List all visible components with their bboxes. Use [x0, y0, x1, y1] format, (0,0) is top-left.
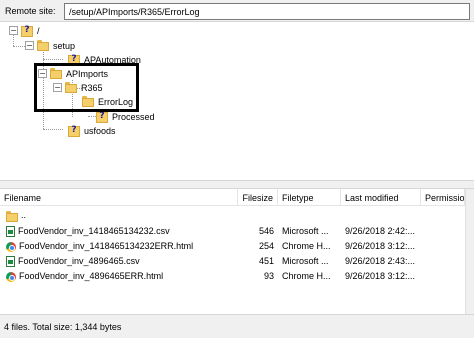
chrome-html-icon [6, 271, 16, 282]
column-header-filetype[interactable]: Filetype [278, 189, 341, 206]
last-modified: 9/26/2018 3:12:... [345, 241, 416, 251]
filesize: 93 [263, 271, 274, 281]
highlight-box [34, 63, 139, 112]
excel-file-icon [6, 256, 15, 268]
filetype: Chrome H... [282, 241, 331, 251]
filename-cell: FoodVendor_inv_1418465134232ERR.html [2, 238, 238, 253]
status-text: 4 files. Total size: 1,344 bytes [4, 322, 122, 332]
pane-splitter[interactable] [0, 180, 474, 189]
tree-connector [43, 129, 63, 130]
filename-cell: FoodVendor_inv_1418465134232.csv [2, 223, 238, 238]
filename-cell: FoodVendor_inv_4896465ERR.html [2, 268, 238, 283]
excel-file-icon [6, 226, 15, 238]
column-header-filesize[interactable]: Filesize [238, 189, 278, 206]
tree-node-label: / [37, 25, 40, 36]
remote-file-list[interactable]: Filename Filesize Filetype Last modified… [0, 189, 474, 314]
list-row[interactable]: FoodVendor_inv_4896465ERR.html 93 Chrome… [0, 268, 474, 283]
filesize: 254 [258, 241, 274, 251]
unknown-folder-icon: ? [96, 111, 108, 123]
filesize: 451 [258, 256, 274, 266]
status-bar: 4 files. Total size: 1,344 bytes [0, 314, 474, 338]
last-modified: 9/26/2018 2:42:... [345, 226, 416, 236]
filename: FoodVendor_inv_4896465ERR.html [19, 271, 164, 281]
filetype: Chrome H... [282, 271, 331, 281]
column-header-permissions[interactable]: Permission [421, 189, 465, 206]
filename: FoodVendor_inv_1418465134232.csv [18, 226, 170, 236]
tree-connector [43, 59, 63, 60]
chrome-html-icon [6, 241, 16, 252]
collapse-toggle[interactable]: − [9, 26, 18, 35]
filename: FoodVendor_inv_4896465.csv [18, 256, 140, 266]
filename-cell: .. [2, 207, 238, 222]
tree-node-label: setup [53, 40, 76, 51]
vertical-scrollbar[interactable] [465, 189, 474, 314]
list-row[interactable]: FoodVendor_inv_1418465134232ERR.html 254… [0, 238, 474, 253]
filetype: Microsoft ... [282, 226, 329, 236]
remote-site-label: Remote site: [5, 6, 56, 16]
filename: .. [21, 210, 27, 220]
parent-folder-icon [6, 210, 18, 222]
tree-connector [13, 46, 25, 47]
filename-cell: FoodVendor_inv_4896465.csv [2, 253, 238, 268]
unknown-folder-icon: ? [21, 25, 33, 37]
remote-directory-tree[interactable]: − ? / − setup ? APAutomation − APImports… [0, 22, 474, 180]
tree-node-label: usfoods [84, 125, 116, 136]
remote-path-input[interactable] [64, 3, 470, 20]
tree-node-label: Processed [112, 111, 155, 122]
list-header: Filename Filesize Filetype Last modified… [0, 189, 474, 206]
tree-node-usfoods[interactable]: ? usfoods [68, 124, 116, 137]
filename: FoodVendor_inv_1418465134232ERR.html [19, 241, 194, 251]
tree-node-root[interactable]: − ? / [9, 24, 40, 37]
folder-icon [37, 40, 49, 51]
tree-node-setup[interactable]: − setup [25, 39, 75, 52]
list-row[interactable]: FoodVendor_inv_1418465134232.csv 546 Mic… [0, 223, 474, 238]
list-row[interactable]: FoodVendor_inv_4896465.csv 451 Microsoft… [0, 253, 474, 268]
filetype: Microsoft ... [282, 256, 329, 266]
last-modified: 9/26/2018 2:43:... [345, 256, 416, 266]
unknown-folder-icon: ? [68, 125, 80, 137]
column-header-filename[interactable]: Filename [0, 189, 238, 206]
collapse-toggle[interactable]: − [25, 41, 34, 50]
column-header-last-modified[interactable]: Last modified [341, 189, 421, 206]
remote-site-bar: Remote site: [0, 0, 474, 22]
last-modified: 9/26/2018 3:12:... [345, 271, 416, 281]
list-row[interactable]: .. [0, 207, 474, 222]
filesize: 546 [258, 226, 274, 236]
